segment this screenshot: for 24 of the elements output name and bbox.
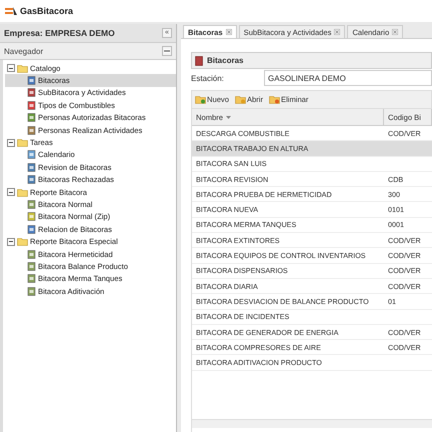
collapse-toggle-icon[interactable] (7, 64, 15, 72)
folder-icon (17, 237, 28, 246)
book-icon (195, 56, 203, 66)
minimize-button[interactable] (162, 46, 172, 56)
navigator-title: Navegador (4, 46, 44, 56)
logo-icon (4, 5, 18, 17)
station-field[interactable]: GASOLINERA DEMO (264, 70, 432, 86)
app-logo: GasBitacora (20, 6, 74, 16)
folder-icon (234, 95, 246, 104)
collapse-toggle-icon[interactable] (7, 138, 15, 147)
folder-icon (195, 95, 206, 104)
sort-arrow-icon (226, 116, 232, 118)
close-icon[interactable] (334, 29, 340, 35)
folder-icon (17, 188, 28, 197)
close-icon[interactable] (392, 29, 398, 35)
minus-icon (164, 50, 170, 52)
panel-title: Bitacoras (207, 56, 244, 65)
sidebar-title: Empresa: EMPRESA DEMO (4, 28, 115, 38)
collapse-toggle-icon[interactable] (7, 238, 15, 246)
folder-icon (269, 95, 280, 104)
collapse-toggle-icon[interactable] (7, 188, 15, 196)
folder-icon (17, 138, 28, 148)
close-icon[interactable] (226, 29, 232, 35)
station-label: Estación: (191, 74, 225, 82)
